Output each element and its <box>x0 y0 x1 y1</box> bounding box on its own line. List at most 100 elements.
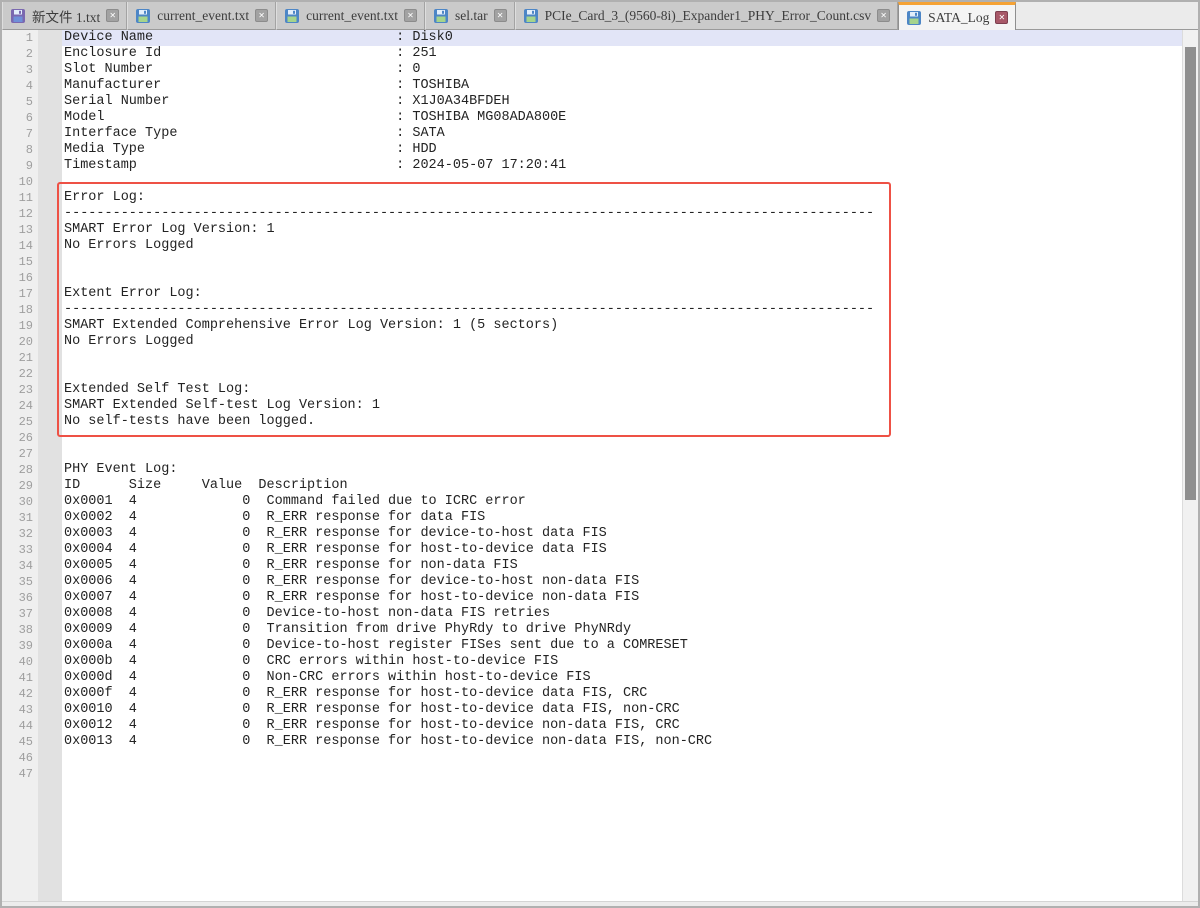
line-text[interactable]: 0x0004 4 0 R_ERR response for host-to-de… <box>62 542 1182 558</box>
close-icon[interactable]: ✕ <box>877 9 890 22</box>
editor-line: 41 0x000d 4 0 Non-CRC errors within host… <box>2 670 1182 686</box>
tab-sata-log[interactable]: SATA_Log ✕ <box>898 2 1016 30</box>
close-icon[interactable]: ✕ <box>995 11 1008 24</box>
line-number: 13 <box>2 222 38 238</box>
line-number: 30 <box>2 494 38 510</box>
line-text[interactable]: 0x0009 4 0 Transition from drive PhyRdy … <box>62 622 1182 638</box>
line-number: 1 <box>2 30 38 46</box>
line-text[interactable]: 0x0007 4 0 R_ERR response for host-to-de… <box>62 590 1182 606</box>
fold-margin <box>38 46 62 62</box>
line-text[interactable]: SMART Extended Self-test Log Version: 1 <box>62 398 1182 414</box>
close-icon[interactable]: ✕ <box>255 9 268 22</box>
line-text[interactable]: Serial Number : X1J0A34BFDEH <box>62 94 1182 110</box>
tab-sel-tar[interactable]: sel.tar ✕ <box>425 2 515 30</box>
fold-margin <box>38 206 62 222</box>
line-number: 31 <box>2 510 38 526</box>
tab-current-event-txt[interactable]: current_event.txt ✕ <box>276 2 425 30</box>
empty-text-area[interactable] <box>62 782 1182 901</box>
tab-pcie-card-3-9560-8i-expander1-phy-error-count-csv[interactable]: PCIe_Card_3_(9560-8i)_Expander1_PHY_Erro… <box>515 2 899 30</box>
fold-margin <box>38 750 62 766</box>
line-text[interactable] <box>62 750 1182 766</box>
line-text[interactable] <box>62 174 1182 190</box>
line-text[interactable]: ----------------------------------------… <box>62 302 1182 318</box>
line-text[interactable] <box>62 254 1182 270</box>
line-text[interactable]: ----------------------------------------… <box>62 206 1182 222</box>
editor-line: 42 0x000f 4 0 R_ERR response for host-to… <box>2 686 1182 702</box>
fold-margin <box>38 702 62 718</box>
line-text[interactable]: 0x000b 4 0 CRC errors within host-to-dev… <box>62 654 1182 670</box>
line-text[interactable] <box>62 270 1182 286</box>
tab-bar: 新文件 1.txt ✕ current_event.txt ✕ current_… <box>2 2 1198 30</box>
vertical-scrollbar[interactable] <box>1182 30 1198 901</box>
line-text[interactable]: 0x000a 4 0 Device-to-host register FISes… <box>62 638 1182 654</box>
line-text[interactable]: Manufacturer : TOSHIBA <box>62 78 1182 94</box>
line-text[interactable]: 0x0006 4 0 R_ERR response for device-to-… <box>62 574 1182 590</box>
line-text[interactable]: SMART Error Log Version: 1 <box>62 222 1182 238</box>
line-text[interactable]: Extended Self Test Log: <box>62 382 1182 398</box>
fold-margin <box>38 638 62 654</box>
line-text[interactable]: Enclosure Id : 251 <box>62 46 1182 62</box>
line-text[interactable]: PHY Event Log: <box>62 462 1182 478</box>
fold-margin <box>38 574 62 590</box>
close-icon[interactable]: ✕ <box>494 9 507 22</box>
fold-margin <box>38 382 62 398</box>
line-text[interactable]: SMART Extended Comprehensive Error Log V… <box>62 318 1182 334</box>
line-text[interactable]: 0x000f 4 0 R_ERR response for host-to-de… <box>62 686 1182 702</box>
text-editor-area[interactable]: 1 Device Name : Disk0 2 Enclosure Id : 2… <box>2 30 1182 901</box>
line-number: 18 <box>2 302 38 318</box>
editor-line: 45 0x0013 4 0 R_ERR response for host-to… <box>2 734 1182 750</box>
gutter-empty <box>2 782 38 901</box>
fold-margin <box>38 174 62 190</box>
scrollbar-thumb[interactable] <box>1185 47 1196 500</box>
editor-line: 20 No Errors Logged <box>2 334 1182 350</box>
editor-line: 27 <box>2 446 1182 462</box>
fold-margin <box>38 190 62 206</box>
floppy-disk-icon <box>906 10 922 26</box>
line-text[interactable]: 0x0008 4 0 Device-to-host non-data FIS r… <box>62 606 1182 622</box>
line-text[interactable]: Interface Type : SATA <box>62 126 1182 142</box>
editor-line: 43 0x0010 4 0 R_ERR response for host-to… <box>2 702 1182 718</box>
line-text[interactable] <box>62 350 1182 366</box>
line-text[interactable] <box>62 766 1182 782</box>
line-text[interactable] <box>62 366 1182 382</box>
fold-margin <box>38 286 62 302</box>
line-text[interactable]: 0x0002 4 0 R_ERR response for data FIS <box>62 510 1182 526</box>
line-text[interactable]: Device Name : Disk0 <box>62 30 1182 46</box>
line-text[interactable]: 0x000d 4 0 Non-CRC errors within host-to… <box>62 670 1182 686</box>
line-text[interactable]: No self-tests have been logged. <box>62 414 1182 430</box>
line-text[interactable]: 0x0001 4 0 Command failed due to ICRC er… <box>62 494 1182 510</box>
fold-margin <box>38 222 62 238</box>
line-text[interactable]: Extent Error Log: <box>62 286 1182 302</box>
line-text[interactable] <box>62 446 1182 462</box>
line-text[interactable]: 0x0005 4 0 R_ERR response for non-data F… <box>62 558 1182 574</box>
tab-1-txt[interactable]: 新文件 1.txt ✕ <box>2 2 127 30</box>
line-number: 21 <box>2 350 38 366</box>
line-text[interactable]: 0x0013 4 0 R_ERR response for host-to-de… <box>62 734 1182 750</box>
line-number: 47 <box>2 766 38 782</box>
close-icon[interactable]: ✕ <box>106 9 119 22</box>
line-text[interactable]: Slot Number : 0 <box>62 62 1182 78</box>
close-icon[interactable]: ✕ <box>404 9 417 22</box>
tab-label: current_event.txt <box>157 8 249 24</box>
editor-line: 7 Interface Type : SATA <box>2 126 1182 142</box>
fold-margin-empty <box>38 782 62 901</box>
line-text[interactable]: Timestamp : 2024-05-07 17:20:41 <box>62 158 1182 174</box>
fold-margin <box>38 478 62 494</box>
tab-current-event-txt[interactable]: current_event.txt ✕ <box>127 2 276 30</box>
editor-line: 3 Slot Number : 0 <box>2 62 1182 78</box>
line-text[interactable]: 0x0012 4 0 R_ERR response for host-to-de… <box>62 718 1182 734</box>
fold-margin <box>38 78 62 94</box>
line-text[interactable]: ID Size Value Description <box>62 478 1182 494</box>
line-text[interactable] <box>62 430 1182 446</box>
line-text[interactable]: 0x0003 4 0 R_ERR response for device-to-… <box>62 526 1182 542</box>
line-number: 38 <box>2 622 38 638</box>
line-text[interactable]: Model : TOSHIBA MG08ADA800E <box>62 110 1182 126</box>
editor-line: 1 Device Name : Disk0 <box>2 30 1182 46</box>
line-text[interactable]: Error Log: <box>62 190 1182 206</box>
editor-line: 46 <box>2 750 1182 766</box>
line-text[interactable]: No Errors Logged <box>62 238 1182 254</box>
line-text[interactable]: No Errors Logged <box>62 334 1182 350</box>
line-text[interactable]: 0x0010 4 0 R_ERR response for host-to-de… <box>62 702 1182 718</box>
line-number: 25 <box>2 414 38 430</box>
line-text[interactable]: Media Type : HDD <box>62 142 1182 158</box>
